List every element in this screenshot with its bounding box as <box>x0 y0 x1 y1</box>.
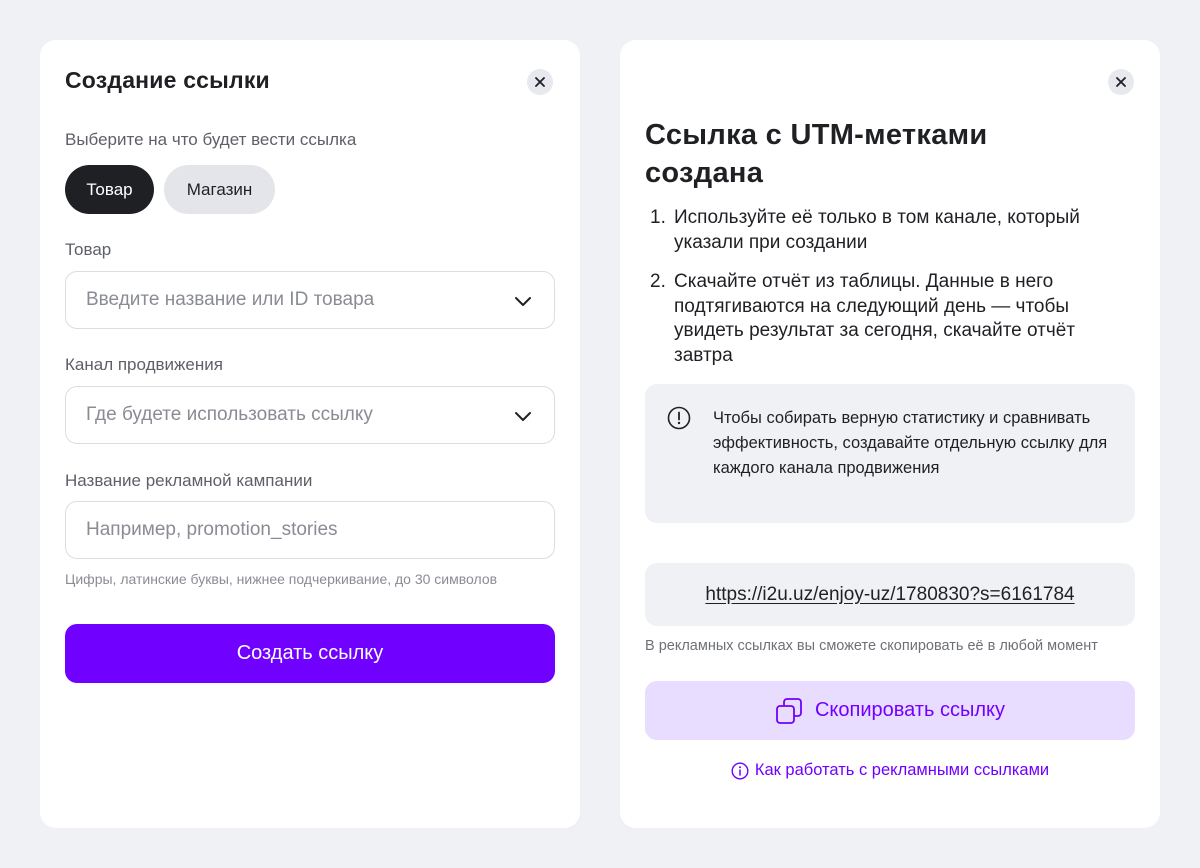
channel-placeholder: Где будете использовать ссылку <box>86 404 373 425</box>
copy-icon <box>776 697 802 724</box>
instruction-number: 2. <box>650 271 666 292</box>
campaign-placeholder: Например, promotion_stories <box>86 519 338 540</box>
create-link-title: Создание ссылки <box>65 67 270 93</box>
target-prompt: Выберите на что будет вести ссылка <box>65 130 357 149</box>
channel-select[interactable]: Где будете использовать ссылку <box>65 386 555 444</box>
instruction-text: Используйте её только в том канале, кото… <box>674 207 1080 253</box>
close-button[interactable] <box>1108 69 1134 95</box>
help-link[interactable]: Как работать с рекламными ссылками <box>620 761 1160 780</box>
create-link-button[interactable]: Создать ссылку <box>65 624 555 683</box>
campaign-name-input[interactable]: Например, promotion_stories <box>65 501 555 559</box>
info-icon <box>731 761 749 780</box>
instruction-item: 2. Скачайте отчёт из таблицы. Данные в н… <box>650 270 1130 368</box>
help-link-label: Как работать с рекламными ссылками <box>754 761 1050 779</box>
exclamation-circle-icon <box>667 406 691 430</box>
close-icon <box>535 77 545 87</box>
chevron-down-icon <box>515 412 531 421</box>
copy-note: В рекламных ссылках вы сможете скопирова… <box>645 638 1098 654</box>
product-select[interactable]: Введите название или ID товара <box>65 271 555 329</box>
instructions-list: 1. Используйте её только в том канале, к… <box>650 206 1130 383</box>
target-option-product[interactable]: Товар <box>65 165 154 214</box>
create-link-card: Создание ссылки Выберите на что будет ве… <box>40 40 580 828</box>
target-option-shop[interactable]: Магазин <box>164 165 275 214</box>
instruction-item: 1. Используйте её только в том канале, к… <box>650 206 1130 255</box>
generated-link-box: https://i2u.uz/enjoy-uz/1780830?s=616178… <box>645 563 1135 626</box>
generated-link[interactable]: https://i2u.uz/enjoy-uz/1780830?s=616178… <box>705 584 1074 606</box>
chevron-down-icon <box>515 297 531 306</box>
link-created-card: Ссылка с UTM-метками создана 1. Использу… <box>620 40 1160 828</box>
result-title: Ссылка с UTM-метками создана <box>645 119 988 189</box>
channel-label: Канал продвижения <box>65 355 223 374</box>
copy-link-label: Скопировать ссылку <box>814 699 1006 721</box>
copy-link-button[interactable]: Скопировать ссылку <box>645 681 1135 740</box>
statistics-tip: Чтобы собирать верную статистику и сравн… <box>645 384 1135 523</box>
product-label: Товар <box>65 240 112 259</box>
product-placeholder: Введите название или ID товара <box>86 289 375 310</box>
campaign-hint: Цифры, латинские буквы, нижнее подчеркив… <box>65 571 498 587</box>
instruction-number: 1. <box>650 207 666 228</box>
close-icon <box>1116 77 1126 87</box>
close-button[interactable] <box>527 69 553 95</box>
instruction-text: Скачайте отчёт из таблицы. Данные в него… <box>674 271 1076 366</box>
tip-text: Чтобы собирать верную статистику и сравн… <box>713 409 1108 477</box>
campaign-label: Название рекламной кампании <box>65 471 313 490</box>
